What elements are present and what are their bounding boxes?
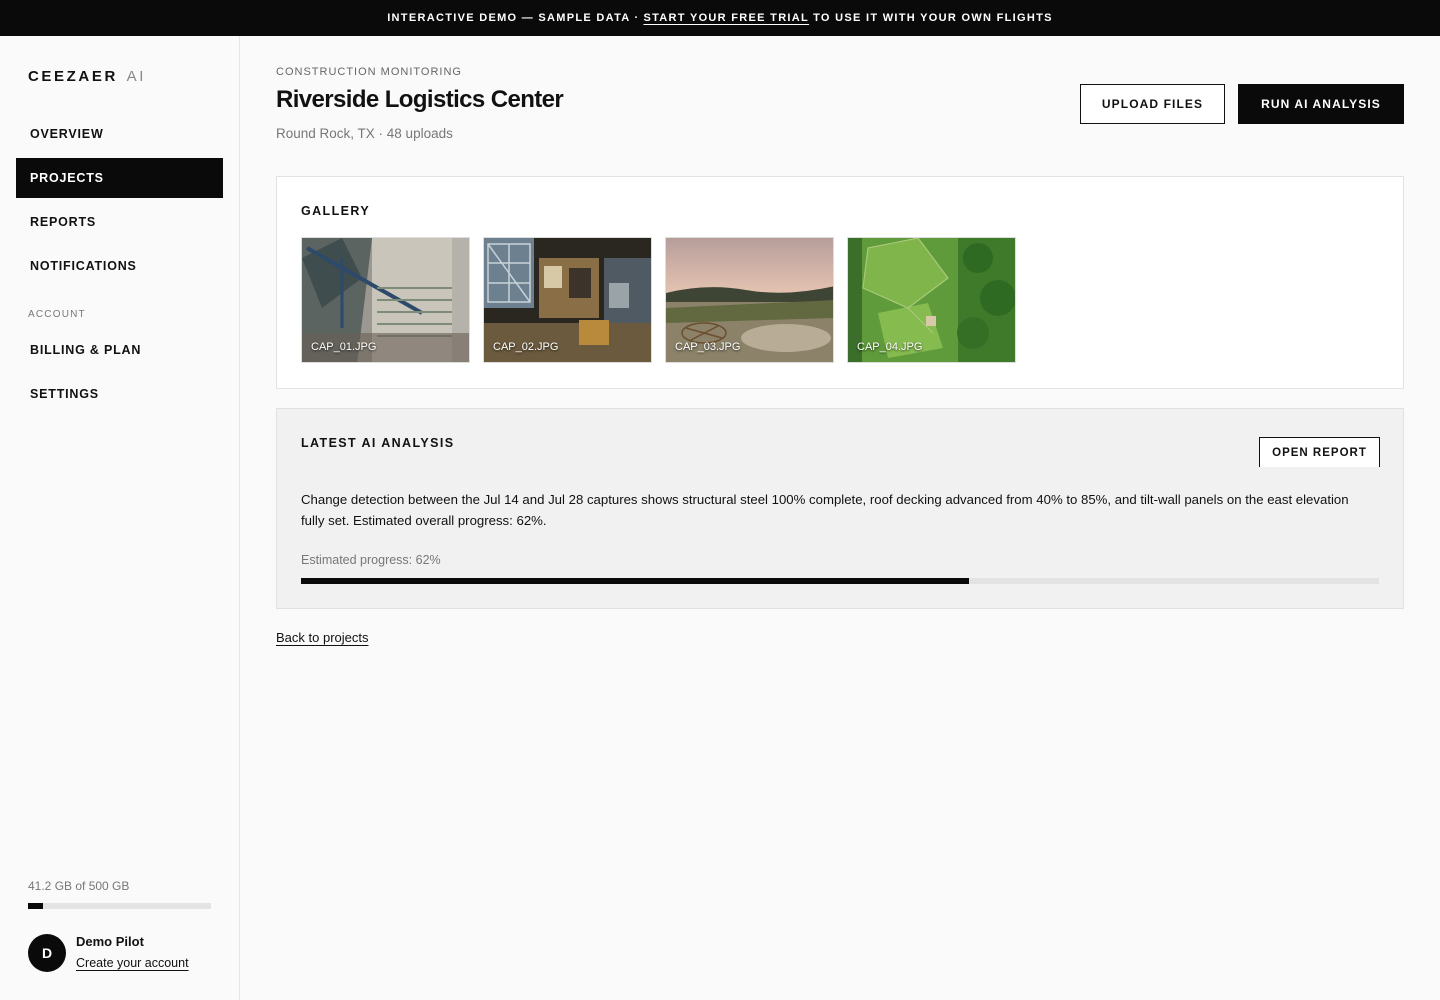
- run-ai-analysis-button[interactable]: RUN AI ANALYSIS: [1238, 84, 1404, 124]
- thumbnail-label: CAP_02.JPG: [493, 341, 559, 353]
- sidebar-item-label: PROJECTS: [30, 171, 104, 185]
- sidebar-item-settings[interactable]: SETTINGS: [16, 374, 223, 414]
- sidebar-item-label: NOTIFICATIONS: [30, 259, 137, 273]
- back-to-projects-link[interactable]: Back to projects: [276, 630, 369, 645]
- demo-banner: INTERACTIVE DEMO — SAMPLE DATA · START Y…: [0, 0, 1440, 36]
- upload-files-button[interactable]: UPLOAD FILES: [1080, 84, 1225, 124]
- gallery-thumbnail[interactable]: CAP_02.JPG: [483, 237, 652, 363]
- brand-name: CEEZAER: [28, 68, 118, 85]
- progress-label: Estimated progress: 62%: [301, 553, 441, 567]
- banner-prefix: INTERACTIVE DEMO — SAMPLE DATA ·: [387, 12, 640, 24]
- user-profile: D Demo Pilot Create your account: [28, 934, 189, 972]
- gallery-thumbnails: CAP_01.JPG CAP_02.JPG CAP_03.JPG CAP_04.…: [301, 237, 1029, 363]
- thumbnail-label: CAP_04.JPG: [857, 341, 923, 353]
- storage-bar: [28, 903, 211, 909]
- page-title: Riverside Logistics Center: [276, 86, 564, 113]
- sidebar-item-label: OVERVIEW: [30, 127, 104, 141]
- sidebar-item-reports[interactable]: REPORTS: [16, 202, 223, 242]
- user-name: Demo Pilot: [76, 934, 144, 949]
- sidebar-nav: OVERVIEW PROJECTS REPORTS NOTIFICATIONS …: [16, 114, 223, 418]
- user-info: Demo Pilot Create your account: [76, 934, 189, 972]
- sidebar-item-label: BILLING & PLAN: [30, 343, 142, 357]
- analysis-summary: Change detection between the Jul 14 and …: [301, 492, 1349, 528]
- sidebar: CEEZAER AI OVERVIEW PROJECTS REPORTS NOT…: [0, 36, 240, 1000]
- gallery-thumbnail[interactable]: CAP_01.JPG: [301, 237, 470, 363]
- progress-bar: [301, 578, 1379, 584]
- sidebar-item-label: REPORTS: [30, 215, 97, 229]
- gallery-thumbnail[interactable]: CAP_03.JPG: [665, 237, 834, 363]
- sidebar-section-account: ACCOUNT: [28, 309, 86, 320]
- analysis-title: LATEST AI ANALYSIS: [301, 436, 455, 450]
- avatar[interactable]: D: [28, 934, 66, 972]
- open-report-button[interactable]: OPEN REPORT: [1259, 437, 1380, 467]
- gallery-card: GALLERY CAP_01.JPG CAP_02.JPG CAP_03.JPG…: [276, 176, 1404, 389]
- page-subtitle: Round Rock, TX · 48 uploads: [276, 126, 453, 141]
- sidebar-item-overview[interactable]: OVERVIEW: [16, 114, 223, 154]
- analysis-card: LATEST AI ANALYSIS OPEN REPORT Change de…: [276, 408, 1404, 609]
- storage-text: 41.2 GB of 500 GB: [28, 879, 130, 893]
- gallery-thumbnail[interactable]: CAP_04.JPG: [847, 237, 1016, 363]
- sidebar-item-projects[interactable]: PROJECTS: [16, 158, 223, 198]
- gallery-title: GALLERY: [301, 204, 371, 218]
- sidebar-item-label: SETTINGS: [30, 387, 99, 401]
- progress-bar-fill: [301, 578, 970, 584]
- free-trial-link[interactable]: START YOUR FREE TRIAL: [643, 12, 809, 24]
- create-account-link[interactable]: Create your account: [76, 956, 189, 970]
- brand-logo[interactable]: CEEZAER AI: [28, 68, 146, 85]
- page-eyebrow: CONSTRUCTION MONITORING: [276, 66, 462, 78]
- sidebar-item-billing[interactable]: BILLING & PLAN: [16, 330, 223, 370]
- thumbnail-label: CAP_01.JPG: [311, 341, 377, 353]
- storage-bar-fill: [28, 903, 44, 909]
- thumbnail-label: CAP_03.JPG: [675, 341, 741, 353]
- brand-suffix: AI: [126, 68, 147, 85]
- sidebar-item-notifications[interactable]: NOTIFICATIONS: [16, 246, 223, 286]
- storage-usage: 41.2 GB of 500 GB: [28, 879, 211, 909]
- banner-suffix: TO USE IT WITH YOUR OWN FLIGHTS: [813, 12, 1053, 24]
